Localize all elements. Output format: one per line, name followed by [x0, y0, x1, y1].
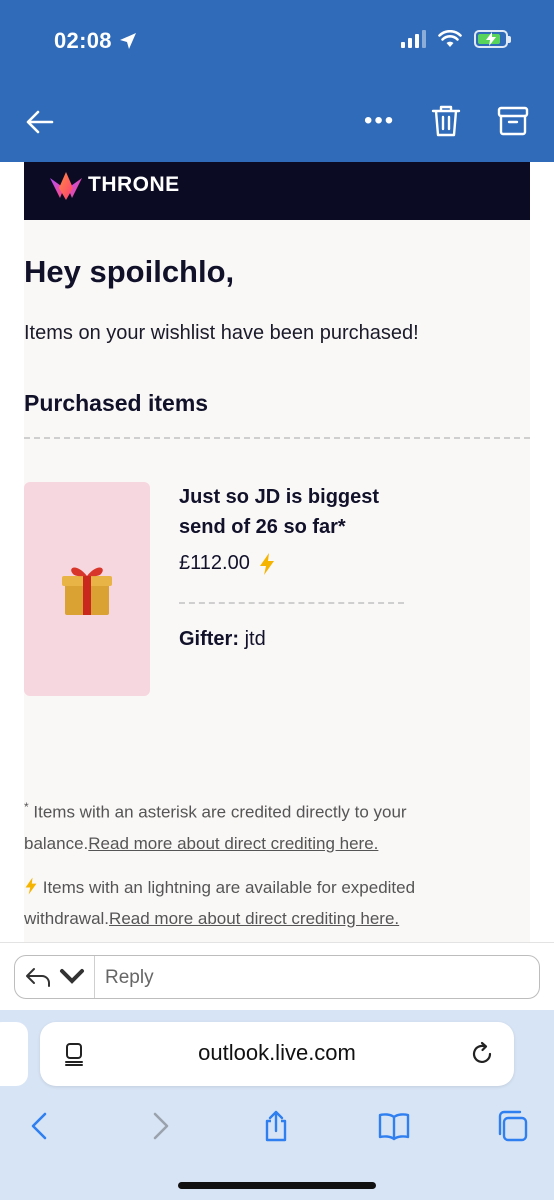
section-divider: [24, 437, 530, 439]
direct-crediting-link[interactable]: Read more about direct crediting here.: [88, 834, 378, 853]
app-header: 02:08 •••: [0, 0, 554, 162]
status-time: 02:08: [54, 28, 138, 54]
browser-forward-button[interactable]: [140, 1106, 180, 1146]
item-thumbnail: [24, 482, 150, 696]
brand-name: THRONE: [88, 173, 180, 196]
item-divider: [179, 602, 404, 604]
share-icon: [265, 1110, 287, 1142]
status-icons: [401, 30, 511, 48]
expedited-crediting-link[interactable]: Read more about direct crediting here.: [109, 909, 399, 928]
gift-box-icon: [62, 567, 112, 615]
lightning-icon: [25, 877, 37, 895]
chevron-down-icon: [59, 969, 84, 984]
lightning-icon: [259, 552, 274, 575]
brand-banner: THRONE: [24, 162, 530, 220]
lightning-footnote: Items with an lightning are available fo…: [24, 872, 494, 934]
reply-input[interactable]: Reply: [105, 967, 154, 989]
previous-tab-card[interactable]: [0, 1022, 28, 1086]
browser-bottom-bar: outlook.live.com: [0, 1010, 554, 1200]
section-title: Purchased items: [24, 390, 209, 416]
asterisk-footnote: * Items with an asterisk are credited di…: [24, 792, 494, 859]
back-arrow-icon[interactable]: [24, 106, 56, 138]
reply-arrow-icon: [25, 968, 50, 987]
intro-text: Items on your wishlist have been purchas…: [24, 322, 419, 344]
reply-options-button[interactable]: [15, 956, 95, 998]
browser-back-button[interactable]: [20, 1106, 60, 1146]
gifter-name: jtd: [244, 628, 266, 650]
item-price: £112.00: [179, 552, 250, 574]
gifter-label: Gifter:: [179, 628, 239, 650]
chevron-left-icon: [31, 1112, 47, 1140]
gifter-row: Gifter: jtd: [179, 628, 266, 651]
archive-icon[interactable]: [496, 104, 530, 138]
more-options-button[interactable]: •••: [364, 109, 395, 133]
trash-icon[interactable]: [430, 104, 462, 138]
address-bar[interactable]: outlook.live.com: [40, 1022, 514, 1086]
chevron-right-icon: [153, 1112, 169, 1140]
reply-bar: Reply: [0, 942, 554, 1010]
item-title: Just so JD is biggest send of 26 so far*: [179, 486, 380, 538]
cellular-signal-icon: [401, 30, 426, 48]
home-indicator: [178, 1182, 376, 1189]
email-body: THRONE Hey spoilchlo, Items on your wish…: [24, 162, 530, 942]
address-url[interactable]: outlook.live.com: [40, 1040, 514, 1066]
email-toolbar: •••: [0, 96, 554, 152]
status-time-text: 02:08: [54, 28, 112, 53]
battery-icon: [474, 30, 511, 48]
charging-bolt-icon: [486, 32, 496, 46]
bookmarks-button[interactable]: [374, 1106, 414, 1146]
reload-icon[interactable]: [468, 1040, 496, 1068]
tabs-button[interactable]: [492, 1106, 532, 1146]
tabs-icon: [498, 1110, 528, 1142]
wifi-icon: [438, 30, 462, 47]
status-bar: 02:08: [0, 0, 554, 84]
throne-crown-logo-icon: [50, 172, 82, 200]
greeting-heading: Hey spoilchlo,: [24, 254, 235, 289]
reply-box[interactable]: Reply: [14, 955, 540, 999]
book-icon: [378, 1113, 410, 1141]
item-price-row: £112.00: [179, 552, 276, 575]
location-arrow-icon: [119, 33, 136, 49]
share-button[interactable]: [256, 1106, 296, 1146]
